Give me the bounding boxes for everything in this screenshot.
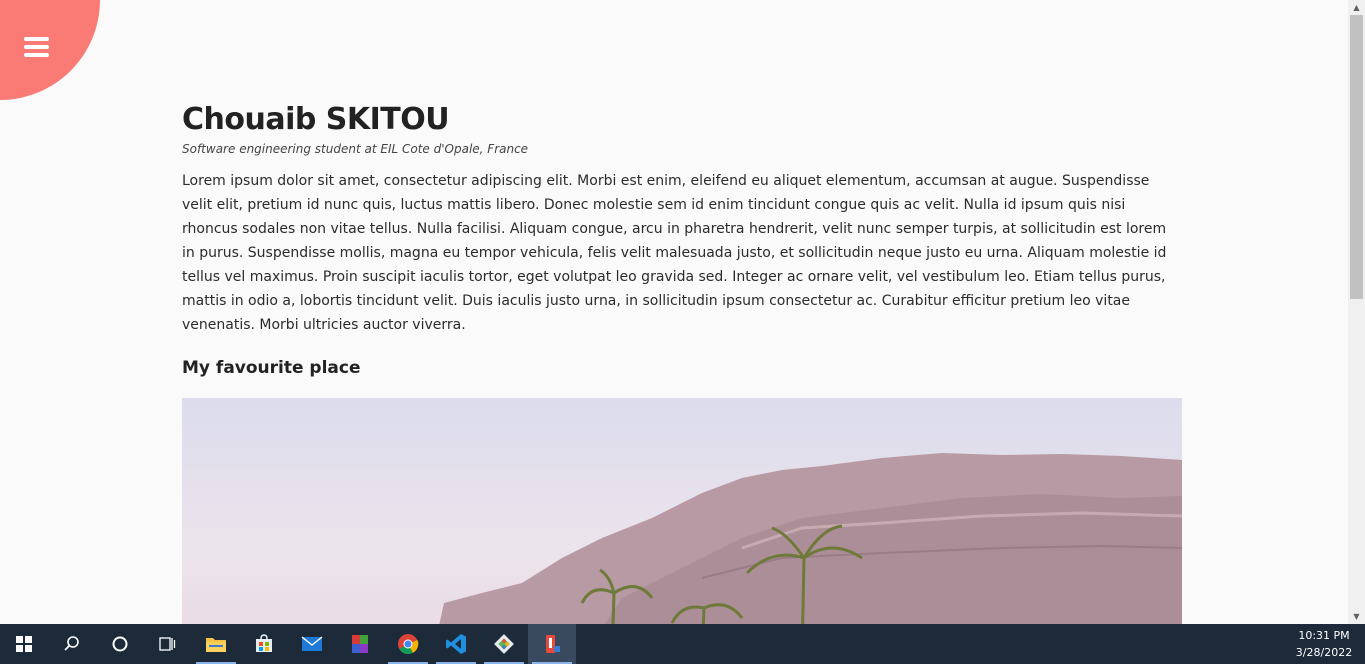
hamburger-menu-icon[interactable] [24,37,49,59]
clock-date: 3/28/2022 [1295,646,1353,659]
scroll-thumb[interactable] [1350,15,1363,299]
system-clock[interactable]: 10:31 PM 3/28/2022 [1289,624,1359,664]
main-content: Chouaib SKITOU Software engineering stud… [182,100,1182,624]
scroll-down-arrow-icon[interactable]: ▼ [1348,609,1365,624]
clock-time: 10:31 PM [1298,629,1350,642]
menu-blob [0,0,100,100]
chrome-icon[interactable] [384,624,432,664]
page-subtitle: Software engineering student at EIL Cote… [182,142,529,156]
cortana-icon[interactable] [96,624,144,664]
page-title: Chouaib SKITOU [182,102,450,137]
search-icon[interactable] [48,624,96,664]
file-explorer-icon[interactable] [192,624,240,664]
winrar-icon[interactable] [336,624,384,664]
mail-icon[interactable] [288,624,336,664]
favourite-place-photo [182,398,1182,624]
app-icon[interactable] [528,624,576,664]
scroll-up-arrow-icon[interactable]: ▲ [1348,0,1365,15]
microsoft-store-icon[interactable] [240,624,288,664]
vscode-icon[interactable] [432,624,480,664]
section-heading: My favourite place [182,358,361,378]
task-view-icon[interactable] [144,624,192,664]
git-icon[interactable] [480,624,528,664]
vertical-scrollbar[interactable]: ▲ ▼ [1348,0,1365,624]
windows-taskbar: 10:31 PM 3/28/2022 [0,624,1365,664]
windows-start-icon[interactable] [0,624,48,664]
browser-viewport: Chouaib SKITOU Software engineering stud… [0,0,1348,624]
bio-paragraph: Lorem ipsum dolor sit amet, consectetur … [182,173,1167,333]
